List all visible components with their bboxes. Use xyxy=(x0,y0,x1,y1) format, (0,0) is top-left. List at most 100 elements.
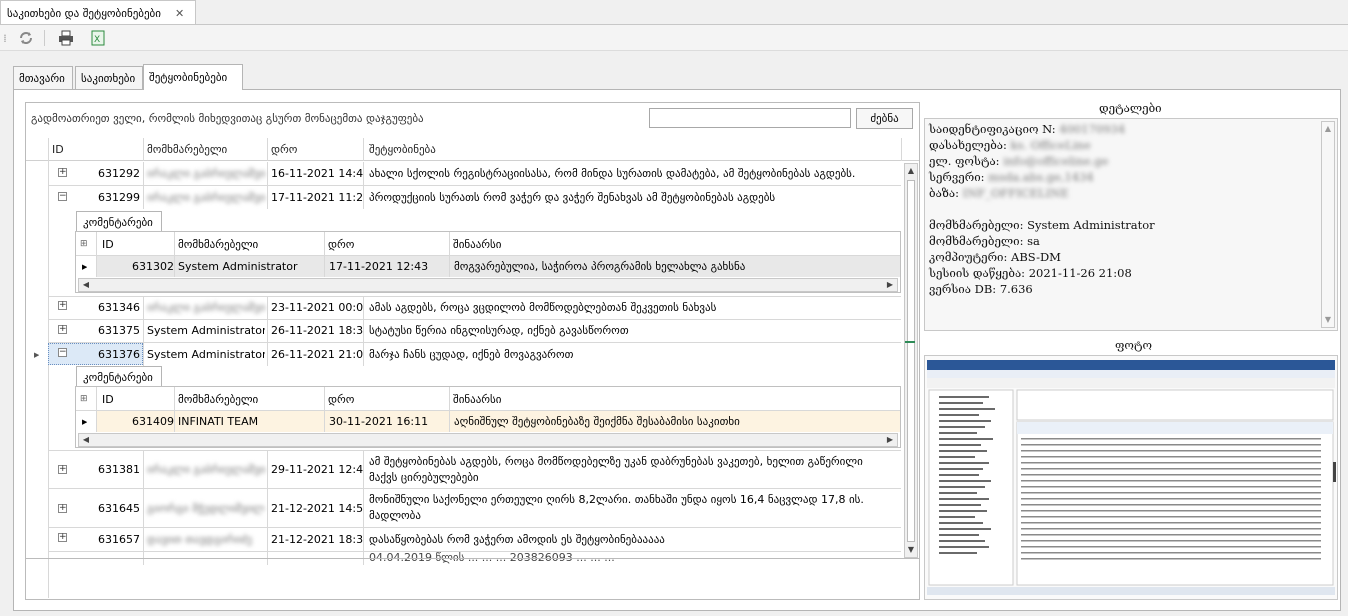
row-id: 631657 xyxy=(98,533,140,546)
detail-version: ვერსია DB: 7.636 xyxy=(929,282,1033,296)
photo-title: ფოტო xyxy=(1115,338,1152,352)
tab-main[interactable]: მთავარი xyxy=(13,66,73,89)
svg-text:X: X xyxy=(94,35,100,45)
row-user: ირაკლი გაბრიელაშვილი xyxy=(147,463,265,476)
tab-comments[interactable]: კომენტარები xyxy=(76,366,162,387)
collapse-icon[interactable]: − xyxy=(58,192,67,201)
horizontal-scrollbar[interactable]: ◀ ▶ xyxy=(78,433,898,447)
column-header-time[interactable]: დრო xyxy=(271,138,361,161)
grid-header: ID მომხმარებელი დრო შეტყობინება xyxy=(26,138,919,161)
row-message: სტატუსი წერია ინგლისურად, იქნებ გავასწორ… xyxy=(369,324,629,337)
row-user: ირაკლი გაბრიელაშვილი xyxy=(147,301,265,314)
comment-column-time[interactable]: დრო xyxy=(328,234,354,254)
row-indicator-icon: ▶ xyxy=(82,417,88,426)
row-message: ამ შეტყობინებას აგდებს, როცა მომწოდებელზ… xyxy=(369,454,863,468)
comment-time: 30-11-2021 16:11 xyxy=(329,415,429,428)
search-button[interactable]: ძებნა xyxy=(856,108,913,129)
comment-user: INFINATI TEAM xyxy=(178,415,259,428)
row-user: ირაკლი გაბრიელაშვილი xyxy=(147,167,265,180)
comment-column-content[interactable]: შინაარსი xyxy=(453,389,502,409)
row-user: გიორგი მჭედლიშვილი xyxy=(147,501,265,515)
row-indicator-icon: ▶ xyxy=(34,350,40,359)
row-message: ახალი სქოლის რეგისტრაციისასა, რომ მინდა … xyxy=(369,167,856,180)
column-chooser-icon[interactable]: ⊞ xyxy=(80,389,88,409)
row-id: 631299 xyxy=(98,191,140,204)
detail-session: სესიის დაწყება: 2021-11-26 21:08 xyxy=(929,266,1132,280)
excel-export-icon[interactable]: X xyxy=(88,29,108,47)
row-id: 631375 xyxy=(98,324,140,337)
group-panel-hint: გადმოათრიეთ ველი, რომლის მიხედვითაც გსურ… xyxy=(31,112,424,125)
toolbar: ⁞ X xyxy=(0,25,1348,51)
row-message: პროდუქციის სურათს რომ ვაჭერ და ვაჭერ შენ… xyxy=(369,191,776,204)
details-panel: საიდენტიფიკაციო N: 400170934 დასახელება:… xyxy=(924,118,1338,331)
row-time: 26-11-2021 18:39 xyxy=(271,324,363,337)
vertical-scrollbar[interactable]: ▲ ▼ xyxy=(904,163,918,558)
comment-column-id[interactable]: ID xyxy=(102,234,114,254)
print-icon[interactable] xyxy=(56,29,76,47)
row-time: 26-11-2021 21:08 xyxy=(271,348,363,361)
comment-column-user[interactable]: მომხმარებელი xyxy=(178,389,258,409)
row-user: დავით თავდგირიძე xyxy=(147,533,253,546)
row-user: ირაკლი გაბრიელაშვილი xyxy=(147,191,265,204)
detail-server: სერვერი: msda.abs.ge,1434 xyxy=(929,170,1094,184)
expand-icon[interactable]: + xyxy=(58,301,67,310)
tab-comments[interactable]: კომენტარები xyxy=(76,211,162,232)
collapse-icon[interactable]: − xyxy=(58,348,67,357)
comment-column-id[interactable]: ID xyxy=(102,389,114,409)
horizontal-scrollbar[interactable]: ◀ ▶ xyxy=(78,278,898,292)
comments-grid: ⊞ ID მომხმარებელი დრო შინაარსი ▶ 631409 … xyxy=(75,386,901,448)
column-header-id[interactable]: ID xyxy=(52,138,142,161)
search-input[interactable] xyxy=(649,108,851,128)
detail-computer: კომპიუტერი: ABS-DM xyxy=(929,250,1061,264)
row-id: 631346 xyxy=(98,301,140,314)
expand-icon[interactable]: + xyxy=(58,465,67,474)
row-message: მონიშნული საქონელი ერთეული ღირს 8,2ლარი.… xyxy=(369,492,864,506)
row-time: 21-12-2021 18:39 xyxy=(271,533,363,546)
grip-icon: ⁞ xyxy=(3,31,7,45)
detail-email: ელ. ფოსტა: info@officeline.ge xyxy=(929,154,1109,168)
row-message-cont: მაქვს ცირებულებები xyxy=(369,470,479,484)
column-header-user[interactable]: მომხმარებელი xyxy=(147,138,265,161)
row-id: 631292 xyxy=(98,167,140,180)
comment-column-time[interactable]: დრო xyxy=(328,389,354,409)
refresh-icon[interactable] xyxy=(16,29,36,47)
row-user: System Administrator xyxy=(147,324,265,337)
row-time: 23-11-2021 00:03 xyxy=(271,301,363,314)
row-time: 17-11-2021 11:24 xyxy=(271,191,363,204)
close-icon[interactable]: ✕ xyxy=(175,7,184,20)
column-chooser-icon[interactable]: ⊞ xyxy=(80,234,88,254)
row-id: 631376 xyxy=(98,348,140,361)
screenshot-thumbnail-image xyxy=(925,356,1337,599)
photo-panel[interactable] xyxy=(924,355,1338,600)
detail-db: ბაზა: INF_OFFICELINE xyxy=(929,186,1069,200)
row-time: 16-11-2021 14:44 xyxy=(271,167,363,180)
detail-login: მომხმარებელი: sa xyxy=(929,234,1040,248)
comment-user: System Administrator xyxy=(178,260,298,273)
row-id: 631645 xyxy=(98,501,140,515)
expand-icon[interactable]: + xyxy=(58,533,67,542)
expand-icon[interactable]: + xyxy=(58,168,67,177)
column-header-message[interactable]: შეტყობინება xyxy=(369,138,869,161)
comment-time: 17-11-2021 12:43 xyxy=(329,260,429,273)
scroll-thumb[interactable] xyxy=(907,180,915,542)
comment-column-user[interactable]: მომხმარებელი xyxy=(178,234,258,254)
details-scrollbar[interactable]: ▲ ▼ xyxy=(1321,121,1335,328)
expand-icon[interactable]: + xyxy=(58,504,67,513)
expand-icon[interactable]: + xyxy=(58,325,67,334)
tab-messages[interactable]: შეტყობინებები xyxy=(143,64,243,90)
document-tab[interactable]: საკითხები და შეტყობინებები ✕ xyxy=(0,0,196,25)
row-id: 631381 xyxy=(98,463,140,476)
row-message: ამას აგდებს, როცა ვცდილობ მომწოდებლებთან… xyxy=(369,301,717,314)
row-user: System Administrator xyxy=(147,348,265,361)
comment-content: აღნიშნულ შეტყობინებაზე შეიქმნა შესაბამის… xyxy=(454,415,740,428)
tab-issues[interactable]: საკითხები xyxy=(75,66,143,89)
row-message: დასაწყობებას რომ ვაჭერთ ამოდის ეს შეტყობ… xyxy=(369,533,665,546)
comment-column-content[interactable]: შინაარსი xyxy=(453,234,502,254)
splitter-indicator[interactable] xyxy=(905,341,915,343)
row-time: 21-12-2021 14:52 xyxy=(271,501,363,515)
messages-grid: ID მომხმარებელი დრო შეტყობინება + 631292… xyxy=(25,102,920,600)
row-indicator-icon: ▶ xyxy=(82,262,88,271)
comment-content: მოგვარებულია, საჭიროა პროგრამის ხელახლა … xyxy=(454,260,746,273)
row-message: მარჯა ჩანს ცუდად, იქნებ მოვაგვაროთ xyxy=(369,348,574,361)
comments-grid: ⊞ ID მომხმარებელი დრო შინაარსი ▶ 631302 … xyxy=(75,231,901,293)
